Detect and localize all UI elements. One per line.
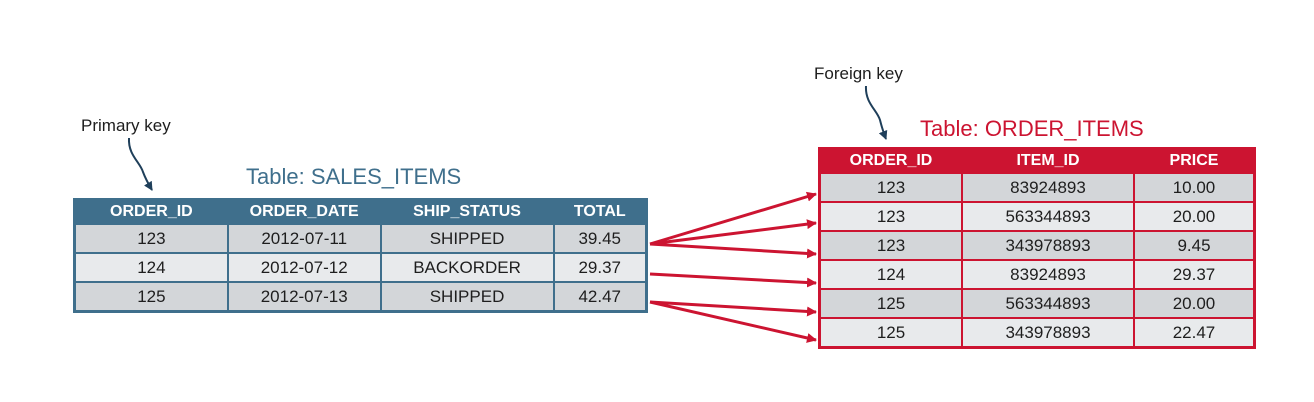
- relationship-arrow: [649, 219, 817, 246]
- relationship-arrow: [649, 242, 817, 259]
- connector-overlay: [127, 85, 888, 343]
- relationship-arrow: [649, 272, 817, 288]
- primary-key-arrow: [127, 137, 153, 191]
- foreign-key-arrow: [864, 85, 888, 140]
- relationship-arrow: [649, 191, 817, 246]
